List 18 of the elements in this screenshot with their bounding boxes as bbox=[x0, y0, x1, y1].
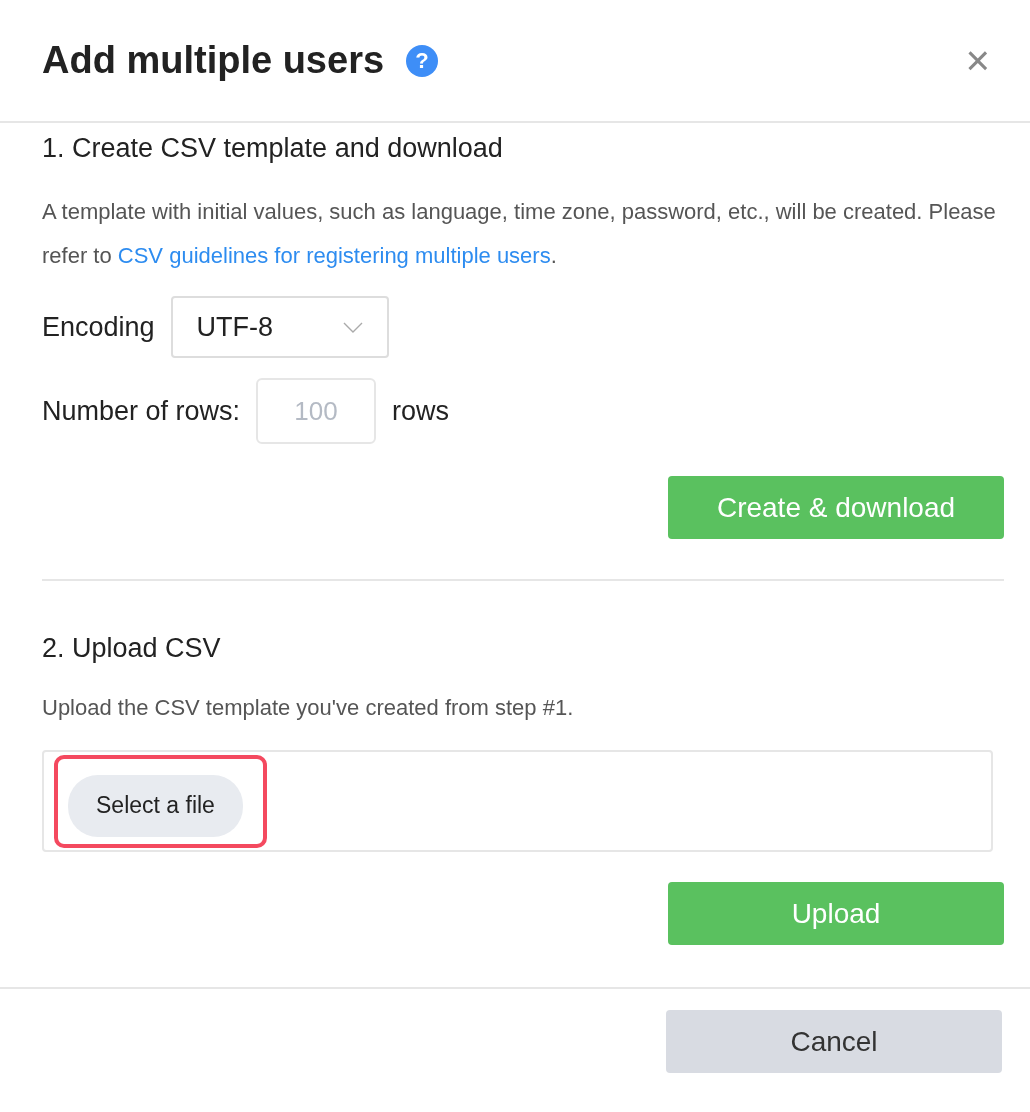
create-download-button[interactable]: Create & download bbox=[668, 476, 1004, 539]
close-button[interactable]: × bbox=[961, 36, 994, 85]
description-text: A template with initial values, such as language, time zone, password, etc., will be created. Please refer to CSV guidelines for registering multiple users. bbox=[42, 198, 997, 270]
field-label: Number of rows: bbox=[42, 395, 241, 427]
field-label: Encoding bbox=[42, 311, 155, 343]
encoding-dropdown[interactable]: UTF-8 bbox=[170, 296, 389, 358]
section-heading: 2. Upload CSV bbox=[42, 633, 222, 664]
description-text: Upload the CSV template you've created from step #1. bbox=[42, 694, 575, 722]
chevron-down-icon bbox=[342, 321, 363, 333]
help-icon[interactable]: ? bbox=[406, 44, 439, 77]
rows-input[interactable]: 100 bbox=[256, 378, 377, 444]
cancel-button[interactable]: Cancel bbox=[666, 1010, 1002, 1073]
unit-label: rows bbox=[392, 395, 450, 427]
dialog-title: Add multiple users bbox=[42, 39, 385, 82]
section-heading: 1. Create CSV template and download bbox=[42, 133, 504, 164]
upload-button[interactable]: Upload bbox=[668, 882, 1004, 945]
guidelines-link[interactable]: CSV guidelines for registering multiple users bbox=[117, 243, 551, 268]
select-file-button[interactable]: Select a file bbox=[68, 774, 243, 837]
